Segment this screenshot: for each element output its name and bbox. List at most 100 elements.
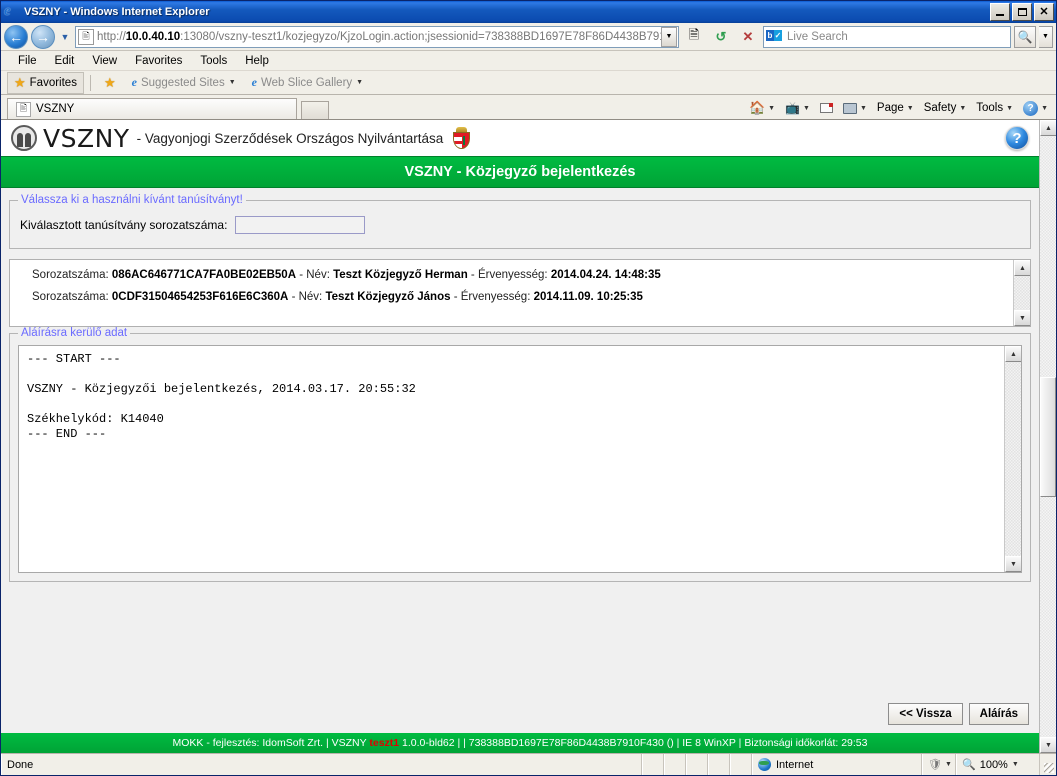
menu-help[interactable]: Help [236,53,278,69]
page-scrollbar[interactable]: ▲ ▼ [1039,120,1056,753]
scroll-up-icon[interactable]: ▲ [1005,346,1021,362]
address-dropdown-icon[interactable]: ▼ [661,26,677,47]
resize-grip[interactable] [1040,754,1056,775]
menu-edit[interactable]: Edit [46,53,84,69]
menu-favorites[interactable]: Favorites [126,53,191,69]
web-slice-gallery-button[interactable]: e Web Slice Gallery ▼ [245,72,370,93]
command-bar: 🏠 ▼ 📺 ▼ ▼ Page ▼ Safety ▼ Tools ▼ ? ▼ [745,99,1052,117]
safety-menu-button[interactable]: Safety ▼ [920,101,971,115]
page-title: VSZNY - Közjegyző bejelentkezés [1,156,1039,188]
zoom-icon: 🔍 [962,759,976,771]
cert-name-value: Teszt Közjegyző János [325,291,451,303]
certificate-items: Sorozatszáma: 086AC646771CA7FA0BE02EB50A… [10,260,1013,326]
scroll-down-icon[interactable]: ▼ [1040,737,1056,753]
recent-pages-dropdown-icon[interactable]: ▼ [58,32,72,42]
minimize-button[interactable] [990,3,1010,21]
favorites-button[interactable]: ★ Favorites [7,71,84,94]
forward-button[interactable]: → [31,24,55,49]
address-input[interactable]: 🖹 http://10.0.40.10:13080/vszny-teszt1/k… [75,25,679,48]
chevron-down-icon: ▼ [1011,761,1019,768]
back-button[interactable]: ← [4,24,28,49]
search-options-icon[interactable]: ▼ [1039,25,1053,48]
tools-menu-button[interactable]: Tools ▼ [972,101,1017,115]
print-button[interactable]: ▼ [839,102,871,115]
menu-bar: File Edit View Favorites Tools Help [1,51,1056,71]
scroll-up-icon[interactable]: ▲ [1014,260,1030,276]
home-button[interactable]: 🏠 ▼ [745,99,779,117]
ie-logo-icon: e [251,75,257,89]
sign-button[interactable]: Aláírás [968,703,1029,725]
search-placeholder: Live Search [787,30,848,43]
menu-tools[interactable]: Tools [191,53,236,69]
serial-input[interactable] [235,216,366,234]
signature-textarea[interactable]: --- START --- VSZNY - Közjegyzői bejelen… [18,345,1022,573]
signature-area: Aláírásra kerülő adat --- START --- VSZN… [9,327,1031,733]
status-text: Done [1,754,642,775]
signature-fieldset-legend: Aláírásra kerülő adat [21,327,128,339]
security-zone[interactable]: Internet [752,754,922,775]
internet-globe-icon [758,758,771,771]
printer-icon [842,102,857,114]
new-tab-button[interactable] [301,101,329,119]
protected-mode-indicator[interactable]: 🛡 ▼ [922,754,956,775]
chevron-down-icon: ▼ [1041,104,1048,112]
hungarian-coat-of-arms-icon [453,127,471,149]
menu-file[interactable]: File [9,53,46,69]
list-item[interactable]: Sorozatszáma: 0CDF31504654253F616E6C360A… [10,286,1013,308]
maximize-button[interactable] [1012,3,1032,21]
cert-name-label: - Név: [291,291,323,303]
toolbar-divider [89,74,91,91]
certificate-list[interactable]: Sorozatszáma: 086AC646771CA7FA0BE02EB50A… [9,259,1031,327]
help-icon[interactable]: ? [1005,126,1029,150]
page-favicon: 🖹 [78,28,94,45]
favorites-label: Favorites [29,76,77,89]
page-viewport: VSZNY - Vagyonjogi Szerződések Országos … [1,119,1056,753]
app-footer: MOKK - fejlesztés: IdomSoft Zrt. | VSZNY… [1,733,1039,753]
suggested-sites-button[interactable]: e Suggested Sites ▼ [125,72,243,93]
scroll-down-icon[interactable]: ▼ [1014,310,1030,326]
back-button[interactable]: << Vissza [888,703,963,725]
cert-valid-label: - Érvenyesség: [453,291,531,303]
vszny-logo-icon [11,125,37,151]
help-menu-button[interactable]: ? ▼ [1019,100,1052,117]
window-controls: ✕ [990,3,1054,21]
brand-name: VSZNY [43,123,130,153]
list-item[interactable]: Sorozatszáma: 086AC646771CA7FA0BE02EB50A… [10,264,1013,286]
feeds-button[interactable]: 📺 ▼ [781,100,814,116]
cert-valid-value: 2014.04.24. 14:48:35 [550,269,661,281]
tab-vszny[interactable]: 🖹 VSZNY [7,98,297,119]
scroll-up-icon[interactable]: ▲ [1040,120,1056,136]
chevron-down-icon: ▼ [859,104,867,112]
refresh-icon[interactable]: ↺ [709,25,733,49]
cert-valid-value: 2014.11.09. 10:25:35 [533,291,643,303]
footer-part2: 1.0.0-bld62 | | 738388BD1697E78F86D4438B… [399,737,868,749]
add-to-favorites-bar-button[interactable]: ★ [97,72,123,94]
page-menu-label: Page [876,102,904,114]
cert-serial-value: 0CDF31504654253F616E6C360A [111,291,289,303]
zoom-control[interactable]: 🔍 100% ▼ [956,754,1040,775]
tab-bar: 🖹 VSZNY 🏠 ▼ 📺 ▼ ▼ Page ▼ Safety ▼ Tools … [1,95,1056,119]
menu-view[interactable]: View [83,53,126,69]
address-url: http://10.0.40.10:13080/vszny-teszt1/koz… [97,30,661,43]
signature-data-text: --- START --- VSZNY - Közjegyzői bejelen… [27,352,416,441]
tools-menu-label: Tools [976,102,1004,114]
page-menu-button[interactable]: Page ▼ [873,101,918,115]
scroll-down-icon[interactable]: ▼ [1005,556,1021,572]
stop-icon[interactable]: ✕ [736,25,760,49]
cert-serial-value: 086AC646771CA7FA0BE02EB50A [111,269,297,281]
serial-field-row: Kiválasztott tanúsítvány sorozatszáma: [18,212,1022,240]
scrollbar-thumb[interactable] [1040,376,1056,497]
search-go-icon[interactable]: 🔍 [1014,25,1036,48]
read-mail-button[interactable] [816,102,837,114]
signature-textarea-scrollbar[interactable]: ▲ ▼ [1004,346,1021,572]
compatibility-view-icon[interactable]: 🗎 [682,25,706,49]
close-button[interactable]: ✕ [1034,3,1054,21]
chevron-down-icon: ▼ [768,104,776,112]
suggested-sites-label: Suggested Sites [140,76,225,89]
window-title: VSZNY - Windows Internet Explorer [24,6,210,18]
search-input[interactable]: b ✓ Live Search [763,25,1011,48]
certificate-list-scrollbar[interactable]: ▲ ▼ [1013,260,1030,326]
chevron-down-icon: ▼ [906,104,914,112]
status-slot-4 [708,754,730,775]
zoom-level: 100% [979,758,1008,771]
